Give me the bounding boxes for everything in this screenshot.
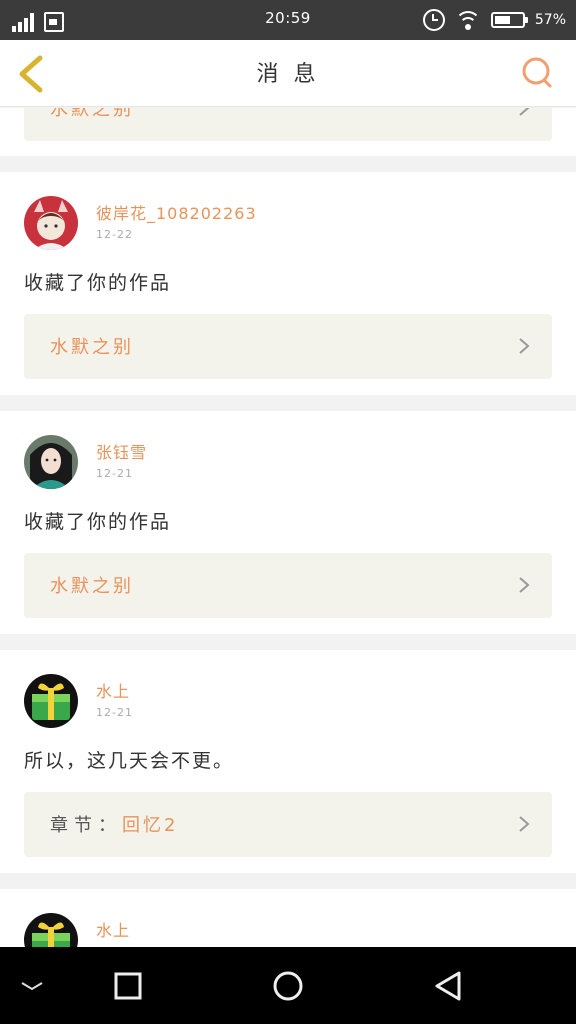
status-right-icons: 57% bbox=[422, 8, 566, 32]
chapter-title: 回忆2 bbox=[122, 815, 179, 836]
back-nav-button[interactable] bbox=[424, 947, 472, 1024]
work-link[interactable]: 水默之别 bbox=[24, 553, 552, 618]
status-bar: 20:59 57% bbox=[0, 0, 576, 40]
message-text: 所以，这几天会不更。 bbox=[24, 750, 235, 772]
home-button[interactable] bbox=[264, 947, 312, 1024]
message-card: 张钰雪 12-21 收藏了你的作品 水默之别 bbox=[0, 411, 576, 634]
chevron-right-icon bbox=[519, 338, 530, 354]
work-link[interactable]: 章节：回忆2 bbox=[24, 792, 552, 857]
work-title: 水默之别 bbox=[50, 337, 134, 358]
alarm-icon bbox=[422, 9, 445, 31]
message-text: 收藏了你的作品 bbox=[24, 272, 172, 294]
message-card: 水上 bbox=[0, 889, 576, 947]
chapter-prefix: 章节： bbox=[50, 815, 122, 836]
username[interactable]: 张钰雪 bbox=[96, 439, 147, 463]
avatar[interactable] bbox=[24, 674, 78, 728]
message-card: 水上 12-21 所以，这几天会不更。 章节：回忆2 bbox=[0, 650, 576, 873]
page-title: 消 息 bbox=[256, 62, 320, 87]
message-card: 水默之别 bbox=[0, 108, 576, 156]
battery-icon bbox=[490, 12, 528, 28]
message-list[interactable]: 水默之别 彼岸花_108202263 12-22 收藏了你的作品 水默之别 张钰… bbox=[0, 108, 576, 947]
user-row: 张钰雪 12-21 bbox=[24, 435, 552, 489]
search-button[interactable] bbox=[520, 56, 554, 90]
app-header: 消 息 bbox=[0, 40, 576, 107]
user-row: 水上 12-21 bbox=[24, 674, 552, 728]
chevron-right-icon bbox=[519, 108, 530, 116]
user-row: 彼岸花_108202263 12-22 bbox=[24, 196, 552, 250]
square-icon bbox=[114, 972, 142, 999]
message-time: 12-22 bbox=[96, 228, 133, 241]
wifi-icon bbox=[454, 9, 481, 31]
message-text: 收藏了你的作品 bbox=[24, 511, 172, 533]
chevron-right-icon bbox=[519, 816, 530, 832]
hide-keyboard-button[interactable] bbox=[12, 947, 52, 1024]
work-title: 章节：回忆2 bbox=[50, 811, 178, 837]
work-link[interactable]: 水默之别 bbox=[24, 314, 552, 379]
system-navigation-bar bbox=[0, 947, 576, 1024]
avatar[interactable] bbox=[24, 913, 78, 947]
circle-icon bbox=[273, 971, 303, 1000]
chevron-down-icon bbox=[21, 981, 43, 990]
avatar[interactable] bbox=[24, 196, 78, 250]
work-title: 水默之别 bbox=[50, 108, 134, 120]
recent-apps-button[interactable] bbox=[104, 947, 152, 1024]
username[interactable]: 水上 bbox=[96, 917, 130, 941]
message-time: 12-21 bbox=[96, 706, 133, 719]
username[interactable]: 水上 bbox=[96, 678, 130, 702]
chevron-right-icon bbox=[519, 577, 530, 593]
battery-percent: 57% bbox=[534, 12, 566, 28]
work-title: 水默之别 bbox=[50, 576, 134, 597]
user-row: 水上 bbox=[24, 913, 552, 947]
username[interactable]: 彼岸花_108202263 bbox=[96, 200, 257, 224]
avatar[interactable] bbox=[24, 435, 78, 489]
message-time: 12-21 bbox=[96, 467, 133, 480]
work-link[interactable]: 水默之别 bbox=[24, 108, 552, 141]
search-icon bbox=[522, 57, 552, 88]
triangle-back-icon bbox=[435, 971, 461, 1000]
message-card: 彼岸花_108202263 12-22 收藏了你的作品 水默之别 bbox=[0, 172, 576, 395]
